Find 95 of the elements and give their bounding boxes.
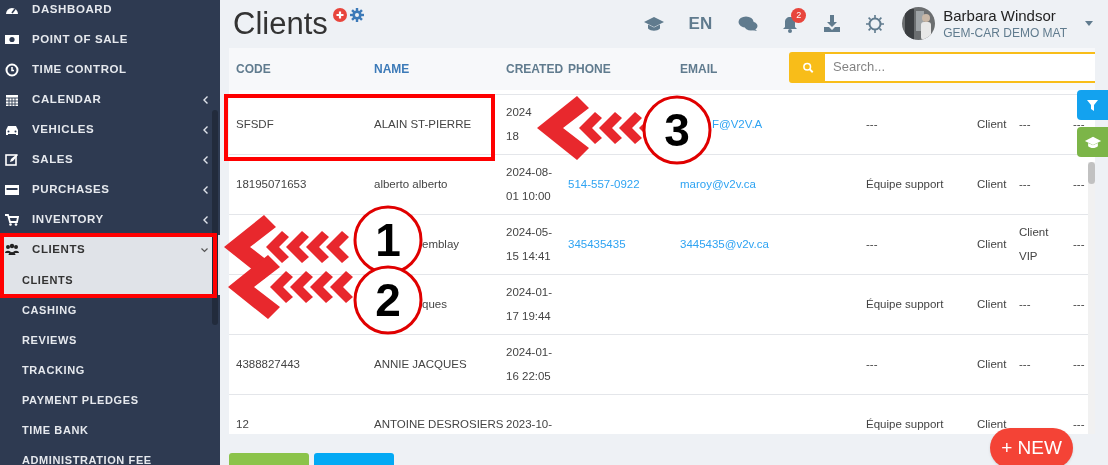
table-cell-text: 17 19:44 [506,309,551,325]
table-cell-text: 2023-10- [506,417,553,433]
sidebar-subitem[interactable]: TRACKING [0,355,220,385]
notification-badge: 2 [791,7,807,23]
calendar-icon [5,93,19,107]
table-cell-text: 2024 [506,105,532,121]
step-marker: 2 [353,265,423,335]
step-marker: 3 [642,95,712,165]
table-cell-text: 16 22:05 [506,369,551,385]
user-company: GEM-CAR DEMO MAT [943,25,1067,41]
table-cell-text: --- [1019,177,1031,193]
sidebar-item[interactable]: DASHBOARD [0,0,220,25]
table-cell-text: ques [422,297,447,313]
table-cell-text: 4388827443 [236,357,300,373]
cart-icon [5,213,19,227]
tutorial-button[interactable] [1077,127,1108,157]
sidebar-subitem[interactable]: TIME BANK [0,415,220,445]
clock-icon [5,63,19,77]
table-cell-text: Client [977,237,1007,253]
table-cell-text: --- [1073,297,1085,313]
table-cell-text: --- [1073,177,1085,193]
banknote-icon [5,33,19,47]
table-cell-text: 2024-05- [506,225,553,241]
graduation-cap-icon[interactable] [642,15,665,32]
table-cell-text: --- [866,237,878,253]
table-cell-text: alberto alberto [374,177,448,193]
table-cell-text: --- [866,117,878,133]
user-name[interactable]: Barbara Windsor [943,6,1067,26]
page-title: Clients [233,8,328,40]
caret-icon[interactable] [1085,21,1093,27]
table-cell-text: 2024-08- [506,165,553,181]
sidebar-subitem[interactable]: ADMINISTRATION FEE [0,445,220,465]
sidebar-item[interactable]: PURCHASES [0,175,220,205]
table-cell-text: --- [1019,357,1031,373]
table-cell-text: Équipe support [866,177,944,193]
new-button[interactable]: + NEW [990,428,1073,465]
sidebar-item[interactable]: SALES [0,145,220,175]
table-cell-text: --- [1019,297,1031,313]
sidebar-subitem[interactable]: PAYMENT PLEDGES [0,385,220,415]
table-cell-text: --- [1073,237,1085,253]
table-cell-text: 2024-01- [506,285,553,301]
table-cell-text: --- [1019,117,1031,133]
table-cell-text: VIP [1019,249,1038,265]
table-cell-text: 01 10:00 [506,189,551,205]
graduation-cap-icon [1083,135,1102,149]
sidebar-item[interactable]: POINT OF SALE [0,25,220,55]
table-cell-text: ALAIN ST-PIERRE [374,117,472,133]
table-cell-text: Client [977,357,1007,373]
download-icon[interactable] [824,15,841,33]
table-cell-text: ANNIE JACQUES [374,357,467,373]
credit-card-icon [5,183,19,197]
car-icon [5,123,19,137]
chat-icon[interactable] [738,15,759,32]
table-cell-text: Équipe support [866,297,944,313]
sidebar-item[interactable]: INVENTORY [0,205,220,235]
table-scrollbar[interactable] [1088,161,1095,434]
filter-icon [1087,99,1098,111]
table-cell-text: 15 14:41 [506,249,551,265]
search-field[interactable]: Search... [789,51,1095,83]
table-cell-text: 12 [236,417,249,433]
sidebar-scrollbar[interactable] [212,110,218,325]
column-header[interactable]: CODE [236,61,271,76]
table-cell-text: --- [1073,357,1085,373]
edit-icon [5,153,19,167]
avatar[interactable] [902,7,936,41]
sidebar-item[interactable]: VEHICLES [0,115,220,145]
sidebar-item[interactable]: CALENDAR [0,85,220,115]
users-icon [5,243,19,257]
table-cell-text: --- [1073,117,1085,133]
table-cell-text: 18 [506,129,519,145]
filter-button[interactable] [1077,90,1108,120]
table-cell-text: emblay [422,237,460,253]
sun-icon[interactable] [866,14,885,33]
table-cell-text: Client [977,117,1007,133]
column-header[interactable]: CREATED [506,61,564,76]
table-cell-text: --- [866,357,878,373]
table-cell-text: --- [1073,417,1085,433]
search-input[interactable]: Search... [825,53,1095,81]
table-cell-text: Équipe support [866,417,944,433]
language-selector[interactable]: EN [688,11,713,37]
table-cell-text: Client [977,177,1007,193]
column-header[interactable]: EMAIL [680,61,718,76]
table-cell-text: ANTOINE DESROSIERS [374,417,504,433]
table-cell-text: SFSDF [236,117,274,133]
settings-icon[interactable] [349,7,364,22]
sidebar-subitem[interactable]: CASHING [0,295,220,325]
column-header[interactable]: NAME [374,61,410,76]
table-cell-text: 2024-01- [506,345,553,361]
table-cell-text: Client [977,297,1007,313]
table-cell-text: 18195071653 [236,177,307,193]
sidebar-item[interactable]: TIME CONTROL [0,55,220,85]
table-cell-text: Client [1019,225,1049,241]
sidebar-subitem[interactable]: REVIEWS [0,325,220,355]
add-icon[interactable] [332,7,347,22]
column-header[interactable]: PHONE [568,61,611,76]
